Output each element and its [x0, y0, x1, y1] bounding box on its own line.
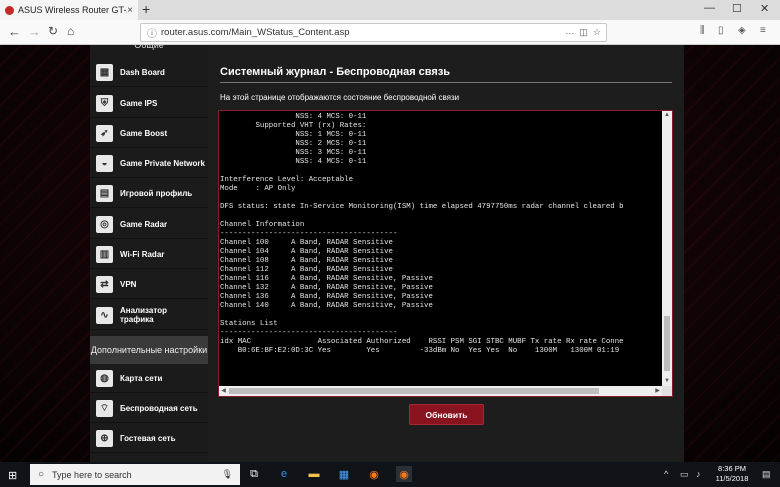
page-title: Системный журнал - Беспроводная связь — [220, 66, 451, 78]
menu-icon[interactable]: ≡ — [760, 25, 766, 36]
asus-favicon-icon — [5, 5, 14, 15]
sidebar-item-label: VPN — [120, 279, 137, 289]
task-view-icon[interactable]: ⧉ — [246, 466, 262, 482]
vertical-scroll-thumb[interactable] — [664, 316, 670, 371]
sidebar-item-vpn[interactable]: ⇄ VPN — [90, 270, 208, 299]
taskbar: ⊞ ○ Type here to search 🎙 ⧉ e ▬ ▦ ◉ ◉ ^ … — [0, 462, 780, 487]
sidebar-item-label: Карта сети — [120, 373, 163, 383]
globe-icon: ◍ — [96, 369, 113, 387]
guest-network-icon: ⊕ — [96, 429, 113, 447]
rocket-icon: ➶ — [96, 124, 113, 142]
sidebar-item-label: Game Radar — [120, 219, 168, 229]
browser-tab-bar: ASUS Wireless Router GT-AC5300 × + — ☐ ✕ — [0, 0, 780, 20]
search-placeholder: Type here to search — [52, 469, 132, 480]
scroll-left-icon[interactable]: ◀ — [219, 386, 228, 396]
windows-start-icon[interactable]: ⊞ — [8, 469, 17, 482]
radar-icon: ◎ — [96, 215, 113, 233]
minimize-button[interactable]: — — [704, 2, 715, 14]
maximize-button[interactable]: ☐ — [732, 2, 742, 15]
tray-chevron-icon[interactable]: ^ — [664, 469, 668, 479]
sidebar-item-label: Анализатор трафика — [120, 306, 167, 324]
sidebar-item-label: Dash Board — [120, 67, 165, 77]
sidebar-item-label: Game Private Network — [120, 158, 205, 168]
horizontal-scroll-thumb[interactable] — [229, 388, 599, 394]
sidebar-item-game-boost[interactable]: ➶ Game Boost — [90, 119, 208, 148]
sidebar-toggle-icon[interactable]: ▯ — [718, 25, 724, 36]
sidebar-item-label: Game Boost — [120, 128, 168, 138]
bookmark-star-icon[interactable]: ☆ — [593, 27, 601, 38]
shield-icon: ⛨ — [96, 94, 113, 112]
reload-icon[interactable]: ↻ — [48, 24, 58, 38]
url-text: router.asus.com/Main_WStatus_Content.asp — [161, 27, 350, 38]
browser-tab[interactable]: ASUS Wireless Router GT-AC5300 × — [0, 0, 138, 20]
horizontal-scrollbar[interactable]: ◀ ▶ — [219, 386, 662, 396]
sidebar-item-guest-network[interactable]: ⊕ Гостевая сеть — [90, 424, 208, 453]
library-icon[interactable]: ⫼ — [700, 25, 705, 36]
app-icon[interactable]: ▦ — [336, 466, 352, 482]
router-page: Общие ▦ Dash Board ⛨ Game IPS ➶ Game Boo… — [0, 45, 780, 462]
sidebar-item-label: Беспроводная сеть — [120, 403, 198, 413]
sidebar-section-advanced: Дополнительные настройки — [90, 336, 208, 364]
sidebar-item-game-radar[interactable]: ◎ Game Radar — [90, 210, 208, 239]
scroll-right-icon[interactable]: ▶ — [653, 386, 662, 396]
sidebar-item-label: Игровой профиль — [120, 188, 193, 198]
info-icon[interactable]: ⓘ — [147, 25, 157, 40]
network-tray-icon[interactable]: ▭ — [680, 469, 689, 480]
extension-icon[interactable]: ◈ — [738, 25, 746, 36]
tab-title: ASUS Wireless Router GT-AC5300 — [18, 5, 127, 15]
sidebar-item-wireless[interactable]: ⌔ Беспроводная сеть — [90, 394, 208, 423]
sidebar-item-traffic-analyzer[interactable]: ∿ Анализатор трафика — [90, 301, 208, 330]
pocket-icon[interactable]: ◫ — [579, 27, 588, 38]
vpn-icon: ⇄ — [96, 275, 113, 293]
firefox-icon[interactable]: ◉ — [366, 466, 382, 482]
sidebar-item-game-ips[interactable]: ⛨ Game IPS — [90, 89, 208, 118]
sidebar-item-wifi-radar[interactable]: ▥ Wi-Fi Radar — [90, 240, 208, 269]
forward-arrow-icon[interactable]: → — [28, 24, 41, 39]
sidebar-item-game-profile[interactable]: ▤ Игровой профиль — [90, 179, 208, 208]
firefox-active-icon[interactable]: ◉ — [396, 466, 412, 482]
traffic-icon: ∿ — [96, 306, 113, 324]
clock-time: 8:36 PM — [718, 464, 746, 473]
sidebar: Общие ▦ Dash Board ⛨ Game IPS ➶ Game Boo… — [90, 45, 208, 462]
back-arrow-icon[interactable]: ← — [8, 24, 21, 39]
network-icon: ◒ — [96, 154, 113, 172]
search-icon: ○ — [38, 469, 45, 480]
volume-icon[interactable]: ♪ — [696, 469, 701, 479]
wireless-log-textarea[interactable]: NSS: 4 MCS: 0-11 Supported VHT (rx) Rate… — [218, 110, 673, 397]
browser-nav-bar: ← → ↻ ⌂ ⓘ router.asus.com/Main_WStatus_C… — [0, 20, 780, 45]
scroll-down-icon[interactable]: ▼ — [662, 377, 672, 386]
tab-close-icon[interactable]: × — [127, 5, 133, 16]
address-bar[interactable]: ⓘ router.asus.com/Main_WStatus_Content.a… — [140, 23, 607, 42]
wifi-radar-icon: ▥ — [96, 245, 113, 263]
refresh-button[interactable]: Обновить — [409, 404, 484, 425]
home-icon[interactable]: ⌂ — [67, 24, 74, 38]
edge-icon[interactable]: e — [276, 466, 292, 482]
dashboard-icon: ▦ — [96, 63, 113, 81]
microphone-icon[interactable]: 🎙 — [222, 469, 233, 480]
sidebar-item-dashboard[interactable]: ▦ Dash Board — [90, 58, 208, 87]
sidebar-item-label: Гостевая сеть — [120, 433, 176, 443]
clock[interactable]: 8:36 PM 11/5/2018 — [710, 464, 754, 484]
new-tab-button[interactable]: + — [142, 1, 150, 17]
sidebar-item-network-map[interactable]: ◍ Карта сети — [90, 364, 208, 393]
clock-date: 11/5/2018 — [715, 474, 749, 483]
scroll-up-icon[interactable]: ▲ — [662, 111, 672, 120]
sidebar-header: Общие — [134, 45, 164, 50]
file-explorer-icon[interactable]: ▬ — [306, 466, 322, 482]
window-close-button[interactable]: ✕ — [760, 2, 769, 15]
taskbar-search-box[interactable]: ○ Type here to search 🎙 — [30, 464, 240, 485]
sidebar-item-label: Wi-Fi Radar — [120, 249, 165, 259]
wireless-icon: ⌔ — [96, 399, 113, 417]
sidebar-item-game-private-network[interactable]: ◒ Game Private Network — [90, 149, 208, 178]
scrollbar-corner — [662, 386, 672, 396]
page-description: На этой странице отображаются состояние … — [220, 93, 460, 102]
page-actions-icon[interactable]: ··· — [565, 28, 574, 38]
profile-icon: ▤ — [96, 184, 113, 202]
vertical-scrollbar[interactable]: ▲ ▼ — [662, 111, 672, 386]
log-text: NSS: 4 MCS: 0-11 Supported VHT (rx) Rate… — [220, 113, 624, 355]
title-divider — [220, 82, 672, 83]
sidebar-item-label: Game IPS — [120, 98, 158, 108]
notifications-icon[interactable]: ▤ — [762, 469, 771, 480]
main-content: Системный журнал - Беспроводная связь На… — [208, 45, 684, 462]
